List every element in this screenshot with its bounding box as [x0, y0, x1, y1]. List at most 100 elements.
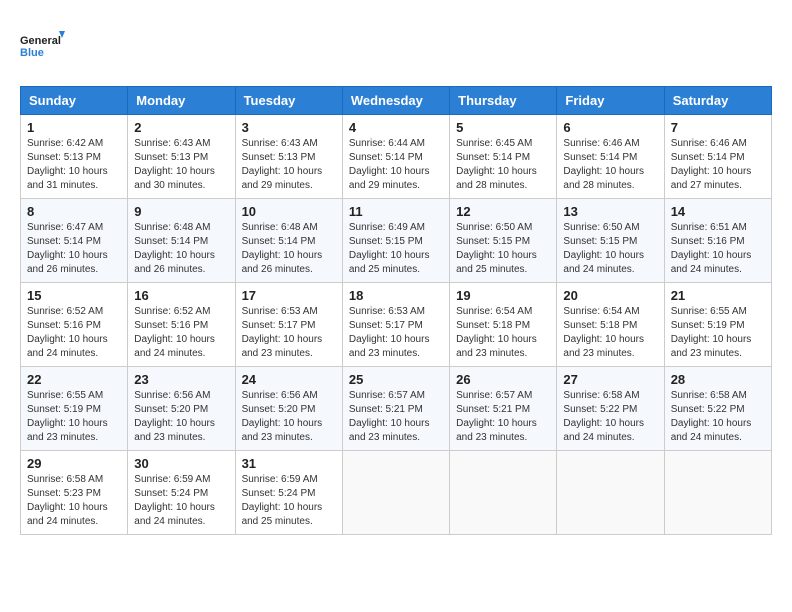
header-wednesday: Wednesday	[342, 87, 449, 115]
day-number: 19	[456, 288, 550, 303]
day-number: 29	[27, 456, 121, 471]
calendar-cell: 27 Sunrise: 6:58 AMSunset: 5:22 PMDaylig…	[557, 367, 664, 451]
header: General Blue	[20, 20, 772, 70]
calendar-cell	[450, 451, 557, 535]
calendar-cell	[557, 451, 664, 535]
week-row-4: 22 Sunrise: 6:55 AMSunset: 5:19 PMDaylig…	[21, 367, 772, 451]
day-info: Sunrise: 6:55 AMSunset: 5:19 PMDaylight:…	[671, 305, 765, 361]
day-info: Sunrise: 6:57 AMSunset: 5:21 PMDaylight:…	[456, 389, 550, 445]
day-number: 9	[134, 204, 228, 219]
calendar-cell: 22 Sunrise: 6:55 AMSunset: 5:19 PMDaylig…	[21, 367, 128, 451]
day-info: Sunrise: 6:53 AMSunset: 5:17 PMDaylight:…	[242, 305, 336, 361]
calendar-cell: 29 Sunrise: 6:58 AMSunset: 5:23 PMDaylig…	[21, 451, 128, 535]
day-number: 13	[563, 204, 657, 219]
calendar-cell: 28 Sunrise: 6:58 AMSunset: 5:22 PMDaylig…	[664, 367, 771, 451]
day-number: 7	[671, 120, 765, 135]
calendar-table: SundayMondayTuesdayWednesdayThursdayFrid…	[20, 86, 772, 535]
svg-text:Blue: Blue	[20, 47, 44, 59]
calendar-cell: 11 Sunrise: 6:49 AMSunset: 5:15 PMDaylig…	[342, 199, 449, 283]
day-info: Sunrise: 6:46 AMSunset: 5:14 PMDaylight:…	[563, 137, 657, 193]
day-number: 31	[242, 456, 336, 471]
calendar-cell: 17 Sunrise: 6:53 AMSunset: 5:17 PMDaylig…	[235, 283, 342, 367]
day-info: Sunrise: 6:54 AMSunset: 5:18 PMDaylight:…	[563, 305, 657, 361]
day-info: Sunrise: 6:42 AMSunset: 5:13 PMDaylight:…	[27, 137, 121, 193]
calendar-cell: 18 Sunrise: 6:53 AMSunset: 5:17 PMDaylig…	[342, 283, 449, 367]
day-number: 14	[671, 204, 765, 219]
day-number: 2	[134, 120, 228, 135]
day-number: 25	[349, 372, 443, 387]
calendar-cell: 2 Sunrise: 6:43 AMSunset: 5:13 PMDayligh…	[128, 115, 235, 199]
day-info: Sunrise: 6:57 AMSunset: 5:21 PMDaylight:…	[349, 389, 443, 445]
svg-text:General: General	[20, 35, 61, 47]
calendar-cell: 31 Sunrise: 6:59 AMSunset: 5:24 PMDaylig…	[235, 451, 342, 535]
calendar-cell	[664, 451, 771, 535]
calendar-cell: 16 Sunrise: 6:52 AMSunset: 5:16 PMDaylig…	[128, 283, 235, 367]
day-info: Sunrise: 6:43 AMSunset: 5:13 PMDaylight:…	[134, 137, 228, 193]
day-info: Sunrise: 6:52 AMSunset: 5:16 PMDaylight:…	[134, 305, 228, 361]
day-info: Sunrise: 6:48 AMSunset: 5:14 PMDaylight:…	[242, 221, 336, 277]
week-row-1: 1 Sunrise: 6:42 AMSunset: 5:13 PMDayligh…	[21, 115, 772, 199]
calendar-cell: 20 Sunrise: 6:54 AMSunset: 5:18 PMDaylig…	[557, 283, 664, 367]
day-info: Sunrise: 6:53 AMSunset: 5:17 PMDaylight:…	[349, 305, 443, 361]
calendar-cell: 25 Sunrise: 6:57 AMSunset: 5:21 PMDaylig…	[342, 367, 449, 451]
day-info: Sunrise: 6:49 AMSunset: 5:15 PMDaylight:…	[349, 221, 443, 277]
day-info: Sunrise: 6:45 AMSunset: 5:14 PMDaylight:…	[456, 137, 550, 193]
day-info: Sunrise: 6:52 AMSunset: 5:16 PMDaylight:…	[27, 305, 121, 361]
header-monday: Monday	[128, 87, 235, 115]
header-tuesday: Tuesday	[235, 87, 342, 115]
calendar-cell: 19 Sunrise: 6:54 AMSunset: 5:18 PMDaylig…	[450, 283, 557, 367]
day-number: 12	[456, 204, 550, 219]
calendar-cell: 6 Sunrise: 6:46 AMSunset: 5:14 PMDayligh…	[557, 115, 664, 199]
day-number: 1	[27, 120, 121, 135]
calendar-cell: 4 Sunrise: 6:44 AMSunset: 5:14 PMDayligh…	[342, 115, 449, 199]
day-info: Sunrise: 6:43 AMSunset: 5:13 PMDaylight:…	[242, 137, 336, 193]
day-number: 3	[242, 120, 336, 135]
calendar-body: 1 Sunrise: 6:42 AMSunset: 5:13 PMDayligh…	[21, 115, 772, 535]
day-info: Sunrise: 6:47 AMSunset: 5:14 PMDaylight:…	[27, 221, 121, 277]
calendar-cell: 23 Sunrise: 6:56 AMSunset: 5:20 PMDaylig…	[128, 367, 235, 451]
calendar-cell: 10 Sunrise: 6:48 AMSunset: 5:14 PMDaylig…	[235, 199, 342, 283]
day-info: Sunrise: 6:58 AMSunset: 5:22 PMDaylight:…	[671, 389, 765, 445]
day-number: 18	[349, 288, 443, 303]
day-info: Sunrise: 6:54 AMSunset: 5:18 PMDaylight:…	[456, 305, 550, 361]
day-info: Sunrise: 6:59 AMSunset: 5:24 PMDaylight:…	[242, 473, 336, 529]
calendar-cell	[342, 451, 449, 535]
day-info: Sunrise: 6:51 AMSunset: 5:16 PMDaylight:…	[671, 221, 765, 277]
day-number: 5	[456, 120, 550, 135]
calendar-cell: 14 Sunrise: 6:51 AMSunset: 5:16 PMDaylig…	[664, 199, 771, 283]
day-info: Sunrise: 6:44 AMSunset: 5:14 PMDaylight:…	[349, 137, 443, 193]
day-number: 16	[134, 288, 228, 303]
day-info: Sunrise: 6:59 AMSunset: 5:24 PMDaylight:…	[134, 473, 228, 529]
day-number: 15	[27, 288, 121, 303]
calendar-cell: 12 Sunrise: 6:50 AMSunset: 5:15 PMDaylig…	[450, 199, 557, 283]
day-number: 23	[134, 372, 228, 387]
day-info: Sunrise: 6:46 AMSunset: 5:14 PMDaylight:…	[671, 137, 765, 193]
calendar-cell: 24 Sunrise: 6:56 AMSunset: 5:20 PMDaylig…	[235, 367, 342, 451]
day-number: 21	[671, 288, 765, 303]
day-number: 26	[456, 372, 550, 387]
day-number: 4	[349, 120, 443, 135]
day-number: 27	[563, 372, 657, 387]
day-number: 8	[27, 204, 121, 219]
day-number: 6	[563, 120, 657, 135]
calendar-cell: 7 Sunrise: 6:46 AMSunset: 5:14 PMDayligh…	[664, 115, 771, 199]
header-saturday: Saturday	[664, 87, 771, 115]
day-info: Sunrise: 6:50 AMSunset: 5:15 PMDaylight:…	[563, 221, 657, 277]
day-number: 30	[134, 456, 228, 471]
calendar-cell: 3 Sunrise: 6:43 AMSunset: 5:13 PMDayligh…	[235, 115, 342, 199]
day-info: Sunrise: 6:48 AMSunset: 5:14 PMDaylight:…	[134, 221, 228, 277]
week-row-3: 15 Sunrise: 6:52 AMSunset: 5:16 PMDaylig…	[21, 283, 772, 367]
day-info: Sunrise: 6:56 AMSunset: 5:20 PMDaylight:…	[242, 389, 336, 445]
day-number: 20	[563, 288, 657, 303]
week-row-5: 29 Sunrise: 6:58 AMSunset: 5:23 PMDaylig…	[21, 451, 772, 535]
calendar-cell: 8 Sunrise: 6:47 AMSunset: 5:14 PMDayligh…	[21, 199, 128, 283]
day-info: Sunrise: 6:58 AMSunset: 5:23 PMDaylight:…	[27, 473, 121, 529]
header-sunday: Sunday	[21, 87, 128, 115]
calendar-cell: 30 Sunrise: 6:59 AMSunset: 5:24 PMDaylig…	[128, 451, 235, 535]
calendar-header-row: SundayMondayTuesdayWednesdayThursdayFrid…	[21, 87, 772, 115]
day-number: 10	[242, 204, 336, 219]
logo-svg: General Blue	[20, 20, 70, 70]
day-info: Sunrise: 6:56 AMSunset: 5:20 PMDaylight:…	[134, 389, 228, 445]
day-number: 11	[349, 204, 443, 219]
day-info: Sunrise: 6:58 AMSunset: 5:22 PMDaylight:…	[563, 389, 657, 445]
